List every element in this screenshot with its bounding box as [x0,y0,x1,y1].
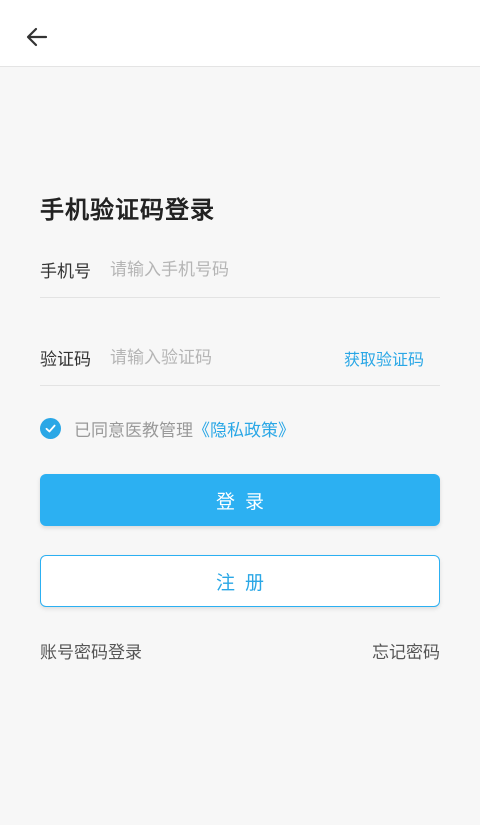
top-bar [0,0,480,67]
arrow-left-icon [26,27,48,47]
agreement-checkbox[interactable] [40,417,61,439]
forgot-password-link[interactable]: 忘记密码 [372,638,440,663]
login-button[interactable]: 登录 [40,474,440,526]
password-login-link[interactable]: 账号密码登录 [40,638,142,663]
page-title: 手机验证码登录 [40,196,215,224]
phone-input[interactable] [110,254,440,285]
get-code-button[interactable]: 获取验证码 [344,346,440,370]
phone-row: 手机号 [40,242,440,298]
register-button[interactable]: 注册 [40,555,440,607]
code-label: 验证码 [40,350,91,370]
phone-label: 手机号 [40,262,91,282]
check-icon [45,424,56,432]
agreement-text: 已同意医教管理 [74,420,193,441]
agreement-row: 已同意医教管理 《隐私政策》 [40,416,295,441]
back-button[interactable] [20,20,54,54]
code-row: 验证码 获取验证码 [40,330,440,386]
privacy-policy-link[interactable]: 《隐私政策》 [193,416,295,441]
code-input[interactable] [110,342,344,373]
